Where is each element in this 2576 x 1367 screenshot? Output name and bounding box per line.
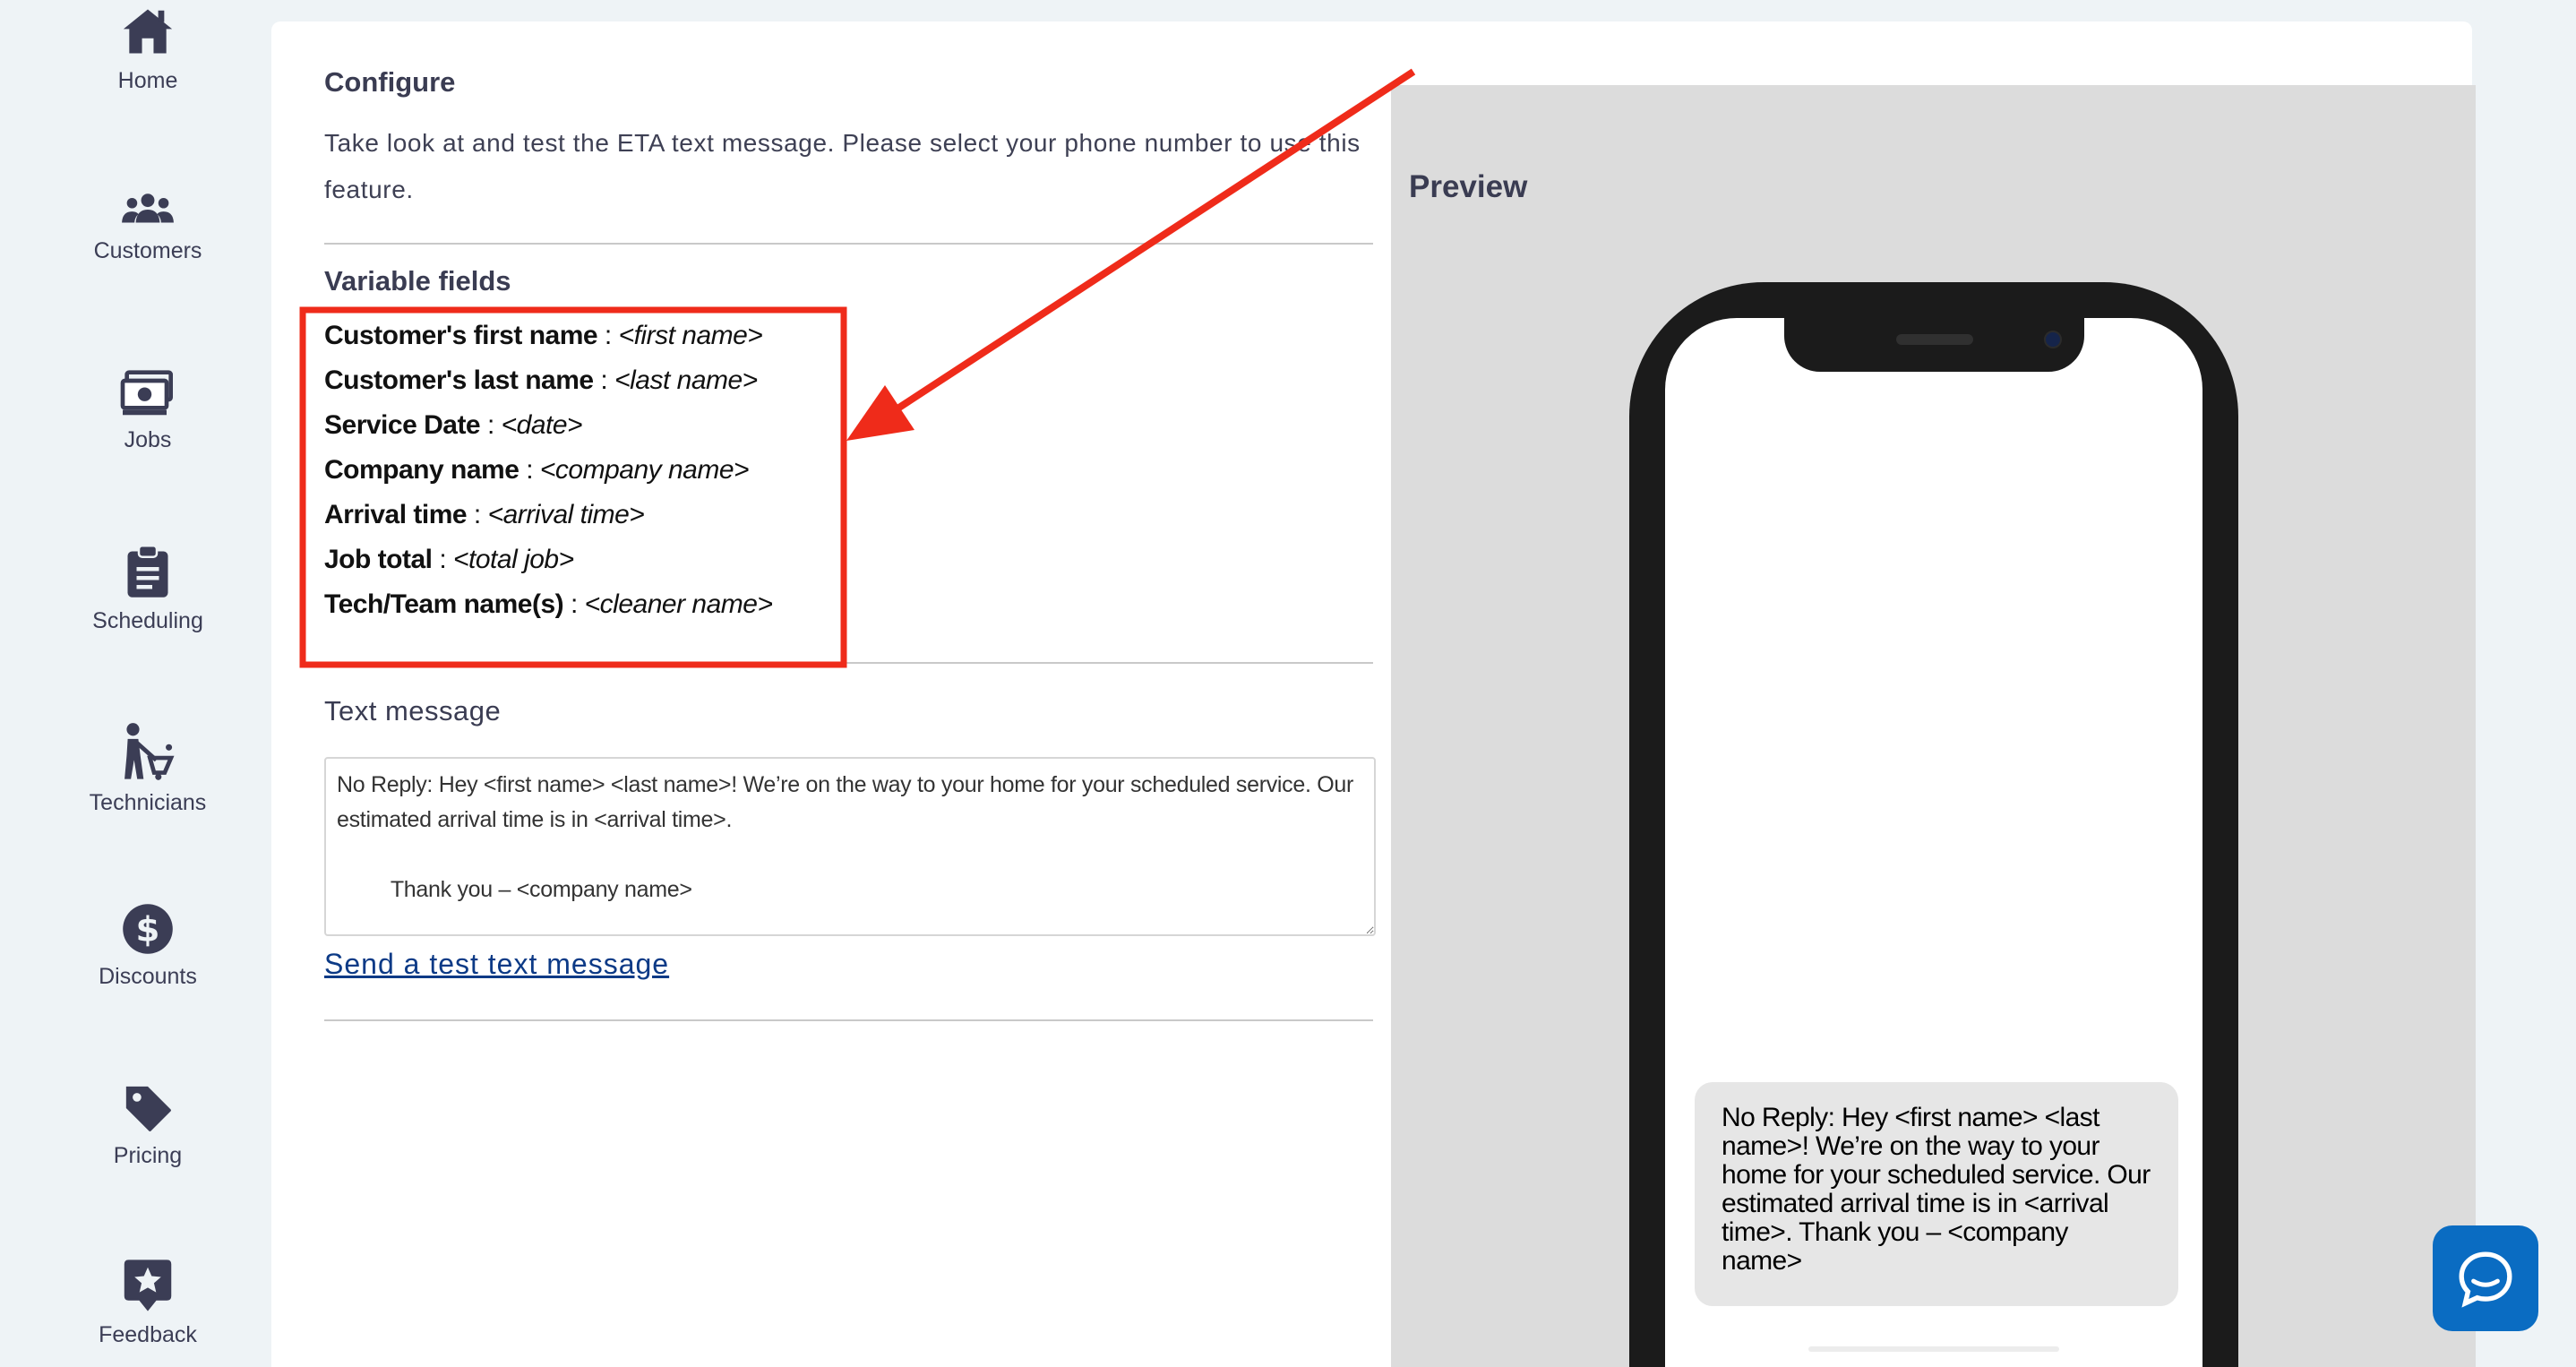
chat-bubble-icon: [2459, 1251, 2512, 1308]
phone-mockup: No Reply: Hey <first name> <last name>! …: [1629, 282, 2238, 1367]
variable-fields-title: Variable fields: [324, 265, 511, 297]
text-message-title: Text message: [324, 695, 502, 726]
variable-field-label: Job total: [324, 545, 433, 574]
variable-field-row: Service Date : <date>: [324, 410, 772, 455]
send-test-message-link[interactable]: Send a test text message: [324, 948, 669, 981]
variable-field-row: Job total : <total job>: [324, 545, 772, 589]
preview-title: Preview: [1409, 169, 1528, 204]
jobs-icon: [120, 370, 173, 416]
variable-field-label: Tech/Team name(s): [324, 589, 564, 619]
variable-field-token: <date>: [501, 410, 583, 440]
sidebar-item-label: Technicians: [89, 790, 207, 815]
variable-field-separator: :: [480, 410, 502, 440]
message-bubble: No Reply: Hey <first name> <last name>! …: [1695, 1082, 2178, 1306]
sidebar-item-scheduling[interactable]: Scheduling: [0, 544, 296, 634]
variable-field-separator: :: [519, 455, 540, 485]
variable-field-separator: :: [597, 321, 619, 350]
configure-title: Configure: [324, 66, 456, 98]
divider: [324, 243, 1373, 245]
sidebar-item-discounts[interactable]: $ Discounts: [0, 903, 296, 990]
chat-button[interactable]: [2433, 1225, 2538, 1331]
variable-field-token: <first name>: [618, 321, 763, 350]
sidebar-item-home[interactable]: Home: [0, 4, 296, 94]
variable-field-separator: :: [563, 589, 585, 619]
sidebar-item-label: Home: [117, 68, 178, 93]
divider: [324, 662, 1373, 664]
variable-field-token: <cleaner name>: [584, 589, 773, 619]
dollar-icon: $: [123, 904, 173, 954]
variable-field-row: Customer's first name : <first name>: [324, 321, 772, 365]
sidebar-item-label: Scheduling: [92, 608, 203, 633]
phone-notch: [1784, 314, 2084, 372]
sidebar-item-technicians[interactable]: Technicians: [0, 722, 296, 816]
variable-field-row: Tech/Team name(s) : <cleaner name>: [324, 589, 773, 634]
sidebar-item-jobs[interactable]: Jobs: [0, 368, 296, 453]
sidebar-item-label: Discounts: [99, 964, 197, 989]
feedback-icon: [124, 1260, 172, 1311]
phone-screen: No Reply: Hey <first name> <last name>! …: [1665, 318, 2202, 1367]
technician-icon: [125, 723, 175, 780]
sidebar-item-customers[interactable]: Customers: [0, 190, 296, 264]
sidebar-item-feedback[interactable]: Feedback: [0, 1258, 296, 1348]
variable-field-label: Customer's last name: [324, 365, 594, 395]
variable-field-token: <total job>: [453, 545, 574, 574]
sidebar-item-label: Customers: [93, 238, 202, 263]
configure-card: Configure Take look at and test the ETA …: [271, 21, 2476, 1367]
variable-field-separator: :: [432, 545, 454, 574]
divider: [324, 1019, 1373, 1021]
svg-text:$: $: [136, 909, 160, 950]
text-message-input[interactable]: No Reply: Hey <first name> <last name>! …: [324, 757, 1376, 936]
tag-icon: [125, 1086, 171, 1131]
customers-icon: [122, 193, 174, 223]
sidebar-item-label: Pricing: [113, 1143, 183, 1168]
variable-field-row: Arrival time : <arrival time>: [324, 500, 772, 545]
variable-field-row: Customer's last name : <last name>: [324, 365, 772, 410]
speaker-icon: [1896, 334, 1973, 345]
sidebar-item-label: Jobs: [124, 427, 172, 452]
variable-field-token: <company name>: [539, 455, 750, 485]
home-indicator: [1808, 1346, 2059, 1352]
variable-field-row: Company name : <company name>: [324, 455, 772, 500]
variable-field-token: <arrival time>: [487, 500, 645, 529]
variable-field-label: Service Date: [324, 410, 481, 440]
variable-field-label: Customer's first name: [324, 321, 598, 350]
variable-field-label: Arrival time: [324, 500, 468, 529]
variable-field-label: Company name: [324, 455, 519, 485]
sidebar-item-pricing[interactable]: Pricing: [0, 1082, 296, 1169]
sidebar-item-label: Feedback: [99, 1322, 197, 1347]
home-icon: [123, 9, 173, 54]
sidebar-nav: Home Customers Jobs Scheduling Technicia…: [0, 0, 269, 1367]
variable-field-separator: :: [467, 500, 488, 529]
clipboard-icon: [127, 545, 168, 598]
variable-field-separator: :: [593, 365, 615, 395]
variable-field-token: <last name>: [614, 365, 758, 395]
configure-description: Take look at and test the ETA text messa…: [324, 129, 1361, 203]
camera-icon: [2044, 331, 2062, 348]
preview-panel: Preview No Reply: Hey <first name> <last…: [1391, 85, 2476, 1367]
variable-fields-list: Customer's first name : <first name> Cus…: [324, 321, 773, 634]
